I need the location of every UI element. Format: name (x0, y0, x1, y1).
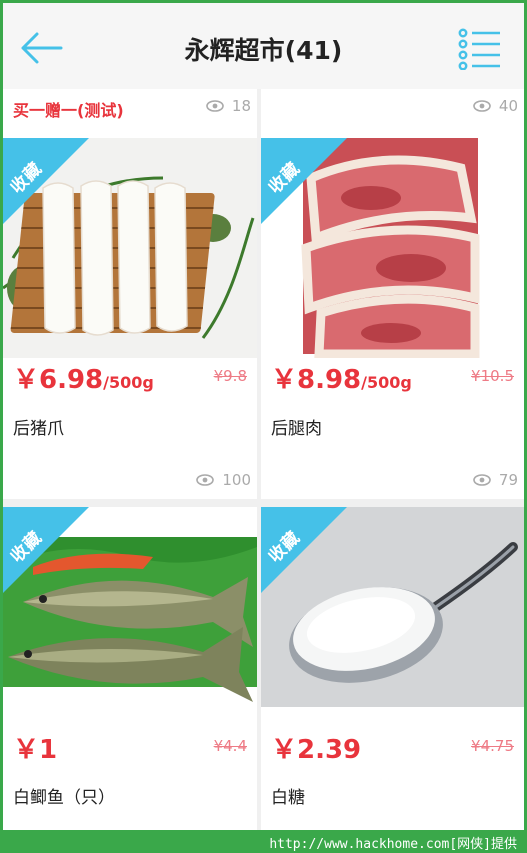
current-price-value: ￥8.98 (271, 365, 362, 395)
product-name: 后猪爪 (13, 419, 64, 439)
view-count-value: 40 (498, 97, 518, 115)
promo-label: 买一赠一(测试) (13, 101, 124, 120)
price-row: ￥2.39 ¥4.75 (271, 729, 514, 769)
view-count: 18 (206, 97, 251, 115)
product-name: 后腿肉 (271, 419, 322, 439)
product-image-crucian-fish[interactable] (3, 507, 257, 707)
price-row: ￥1 ¥4.4 (13, 729, 247, 769)
current-price: ￥2.39 (271, 735, 362, 765)
price-row: ￥6.98/500g ¥9.8 (13, 359, 247, 399)
view-count: 40 (473, 97, 518, 115)
original-price: ¥4.75 (471, 737, 514, 755)
list-menu-button[interactable] (458, 28, 502, 71)
list-menu-icon (458, 28, 500, 71)
current-price-value: ￥6.98 (13, 365, 104, 395)
product-grid: 买一赠一(测试) 18 收藏 ￥6.98/500g ¥9.8 后猪爪 100 4… (3, 89, 524, 830)
view-count: 79 (473, 471, 518, 489)
eye-icon (206, 100, 224, 112)
product-card[interactable]: 收藏 ￥2.39 ¥4.75 白糖 (261, 507, 524, 830)
watermark-text: http://www.hackhome.com[网侠]提供 (269, 837, 517, 852)
current-price: ￥6.98/500g (13, 359, 154, 396)
page-title: 永辉超市(41) (184, 36, 343, 65)
app-header: 永辉超市(41) (3, 3, 524, 89)
original-price: ¥4.4 (213, 737, 247, 755)
price-unit: /500g (103, 373, 154, 392)
product-image-white-sugar[interactable] (261, 507, 524, 707)
eye-icon (196, 474, 215, 486)
price-unit: /500g (361, 373, 412, 392)
original-price: ¥9.8 (213, 367, 247, 385)
product-card[interactable]: 40 收藏 ￥8.98/500g ¥10.5 后腿肉 79 (261, 89, 524, 499)
card-header: 40 (261, 89, 524, 127)
view-count-value: 100 (222, 471, 251, 489)
eye-icon (473, 100, 491, 112)
original-price: ¥10.5 (471, 367, 514, 385)
watermark-bar: http://www.hackhome.com[网侠]提供 (0, 830, 527, 853)
view-count-value: 18 (231, 97, 251, 115)
current-price: ￥8.98/500g (271, 359, 412, 396)
view-count: 100 (196, 471, 251, 489)
product-name: 白鲫鱼（只） (13, 788, 115, 808)
card-header: 买一赠一(测试) 18 (3, 89, 257, 127)
view-count-value: 79 (498, 471, 518, 489)
product-card[interactable]: 收藏 ￥1 ¥4.4 白鲫鱼（只） (3, 507, 257, 830)
product-image-pig-trotters[interactable] (3, 138, 257, 358)
product-card[interactable]: 买一赠一(测试) 18 收藏 ￥6.98/500g ¥9.8 后猪爪 100 (3, 89, 257, 499)
current-price: ￥1 (13, 735, 58, 765)
eye-icon (473, 474, 491, 486)
product-name: 白糖 (271, 788, 305, 808)
product-image-pork-leg[interactable] (261, 138, 524, 358)
price-row: ￥8.98/500g ¥10.5 (271, 359, 514, 399)
